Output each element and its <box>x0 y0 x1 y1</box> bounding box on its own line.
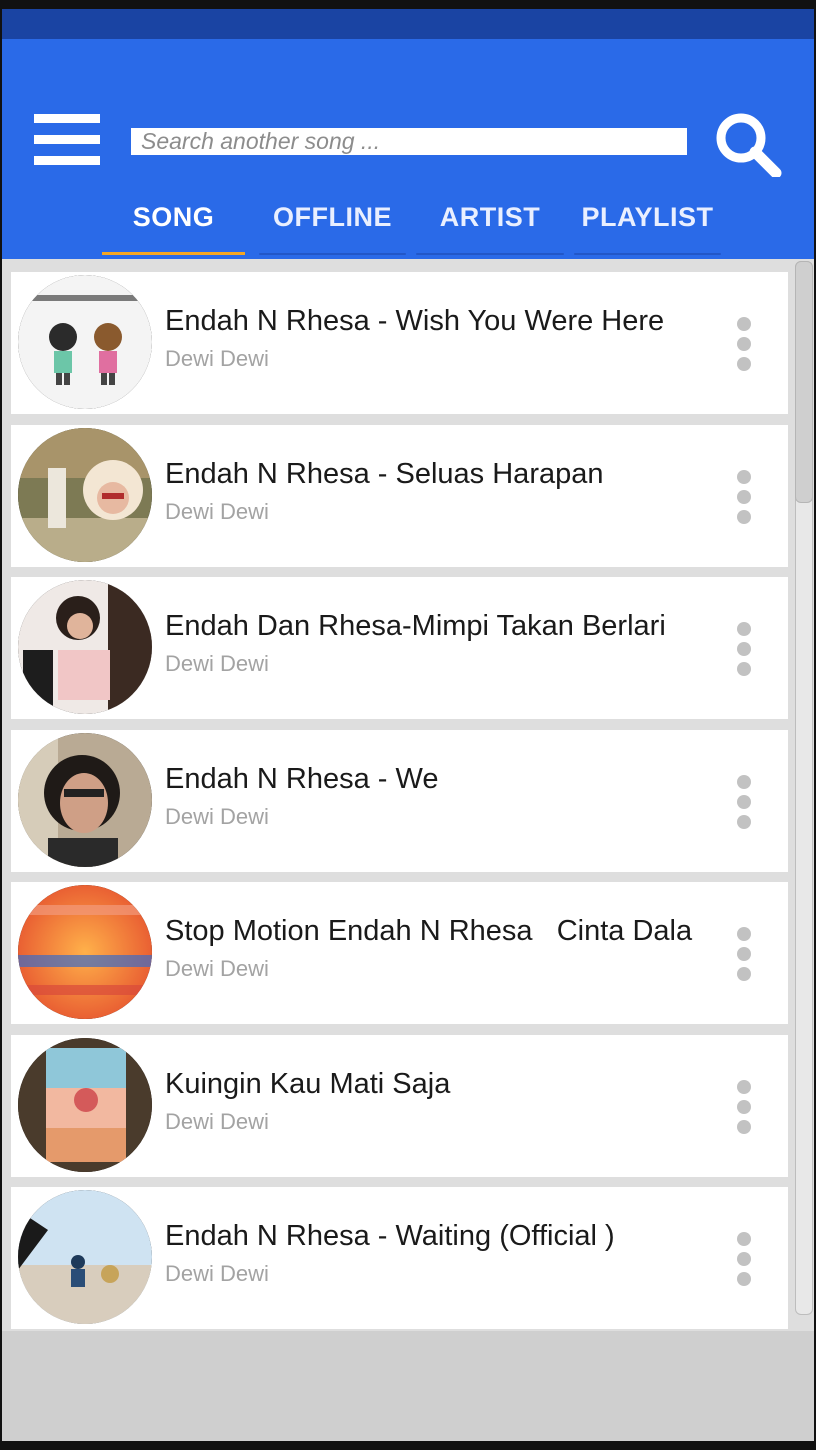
tab-artist[interactable]: ARTIST <box>416 194 564 259</box>
active-tab-indicator <box>102 252 245 255</box>
tab-offline-label: OFFLINE <box>273 202 392 232</box>
song-thumbnail <box>18 733 152 867</box>
app-screen: SONG OFFLINE ARTIST PLAYLIST <box>2 9 814 1441</box>
search-input[interactable] <box>131 128 687 155</box>
song-row[interactable]: Stop Motion Endah N Rhesa Cinta Dala Dew… <box>11 882 788 1024</box>
song-row[interactable]: Endah Dan Rhesa-Mimpi Takan Berlari Dewi… <box>11 577 788 719</box>
vertical-dots-icon[interactable] <box>731 922 757 984</box>
song-title: Endah N Rhesa - Wish You Were Here <box>165 305 665 337</box>
vertical-dots-icon[interactable] <box>731 1075 757 1137</box>
vertical-dots-icon[interactable] <box>731 465 757 527</box>
song-title: Endah Dan Rhesa-Mimpi Takan Berlari <box>165 610 666 642</box>
tab-offline[interactable]: OFFLINE <box>259 194 406 259</box>
tab-divider <box>574 253 721 255</box>
song-title: Kuingin Kau Mati Saja <box>165 1068 451 1100</box>
song-artist: Dewi Dewi <box>165 1261 269 1286</box>
vertical-dots-icon[interactable] <box>731 770 757 832</box>
magnifier-icon[interactable] <box>714 111 784 179</box>
song-thumbnail <box>18 428 152 562</box>
song-thumbnail <box>18 1038 152 1172</box>
song-title: Endah N Rhesa - Seluas Harapan <box>165 458 604 490</box>
tab-playlist[interactable]: PLAYLIST <box>574 194 721 259</box>
song-artist: Dewi Dewi <box>165 1109 269 1134</box>
song-title: Stop Motion Endah N Rhesa Cinta Dala <box>165 915 693 947</box>
song-thumbnail <box>18 580 152 714</box>
song-thumbnail <box>18 275 152 409</box>
status-bar <box>2 9 814 39</box>
song-row[interactable]: Endah N Rhesa - We Dewi Dewi <box>11 730 788 872</box>
vertical-dots-icon[interactable] <box>731 1227 757 1289</box>
tab-artist-label: ARTIST <box>439 202 541 232</box>
song-artist: Dewi Dewi <box>165 346 269 371</box>
tab-playlist-label: PLAYLIST <box>581 202 714 232</box>
tab-song-label: SONG <box>132 202 215 232</box>
vertical-dots-icon[interactable] <box>731 312 757 374</box>
song-artist: Dewi Dewi <box>165 499 269 524</box>
song-row[interactable]: Endah N Rhesa - Waiting (Official ) Dewi… <box>11 1187 788 1329</box>
bottom-area <box>2 1331 814 1441</box>
vertical-dots-icon[interactable] <box>731 617 757 679</box>
song-artist: Dewi Dewi <box>165 651 269 676</box>
song-list: Endah N Rhesa - Wish You Were Here Dewi … <box>2 259 814 1331</box>
song-artist: Dewi Dewi <box>165 956 269 981</box>
song-artist: Dewi Dewi <box>165 804 269 829</box>
tab-bar: SONG OFFLINE ARTIST PLAYLIST <box>2 194 814 259</box>
song-row[interactable]: Endah N Rhesa - Wish You Were Here Dewi … <box>11 272 788 414</box>
tab-divider <box>259 253 406 255</box>
song-title: Endah N Rhesa - We <box>165 763 439 795</box>
song-title: Endah N Rhesa - Waiting (Official ) <box>165 1220 615 1252</box>
tab-song[interactable]: SONG <box>102 194 245 259</box>
tab-divider <box>416 253 564 255</box>
scrollbar-thumb[interactable] <box>795 261 813 503</box>
song-thumbnail <box>18 1190 152 1324</box>
hamburger-menu-icon[interactable] <box>34 114 100 166</box>
song-row[interactable]: Endah N Rhesa - Seluas Harapan Dewi Dewi <box>11 425 788 567</box>
song-thumbnail <box>18 885 152 1019</box>
song-row[interactable]: Kuingin Kau Mati Saja Dewi Dewi <box>11 1035 788 1177</box>
